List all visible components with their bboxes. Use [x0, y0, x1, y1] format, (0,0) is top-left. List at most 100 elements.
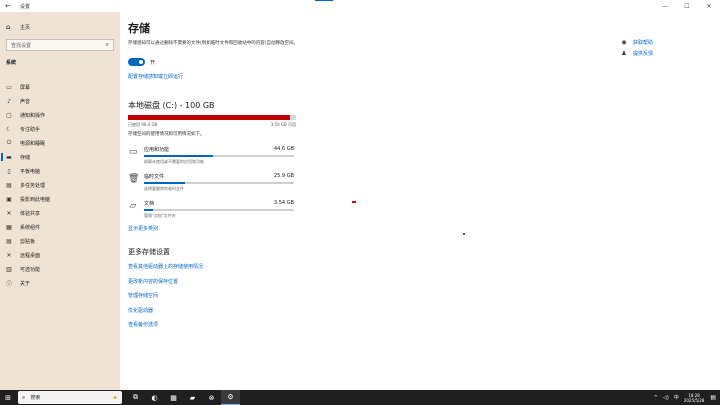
category-name: 临时文件: [144, 174, 165, 180]
show-more-categories-link[interactable]: 显示更多类别: [128, 225, 158, 232]
get-help-icon: ◉: [621, 39, 627, 46]
taskbar-apps: ⧉ ◐ ▦ ▰ ⊗ ⚙: [126, 390, 240, 405]
sidebar-item-label: 系统组件: [20, 224, 41, 231]
more-settings-link[interactable]: 查看其他驱动器上的存储使用情况: [128, 263, 203, 270]
sidebar-item[interactable]: ▥ 可选功能: [0, 262, 120, 276]
store-icon[interactable]: ▦: [164, 390, 183, 405]
category-subtitle: 管理"文档"文件夹: [144, 213, 176, 218]
sidebar-item-label: 屏幕: [20, 84, 31, 91]
clock[interactable]: 18:28 2025/5/28: [684, 393, 705, 403]
give-feedback-link[interactable]: ♟ 提供反馈: [620, 48, 653, 59]
system-components-icon: ▦: [6, 223, 12, 231]
sidebar-item[interactable]: ⓘ 关于: [0, 276, 120, 290]
storage-category[interactable]: ▭ 应用和功能 44.6 GB 卸载未使用或不需要的应用和功能: [128, 144, 298, 166]
category-name: 应用和功能: [144, 147, 170, 153]
sidebar-item[interactable]: ✕ 体验共享: [0, 206, 120, 220]
focus-assist-icon: ☾: [6, 125, 12, 133]
sidebar-item-label: 通知和操作: [20, 112, 46, 119]
sidebar-item-label: 多任务处理: [20, 182, 46, 189]
sidebar-item[interactable]: ⏻ 电源和睡眠: [0, 136, 120, 150]
trash-icon: 🗑: [128, 174, 140, 184]
category-usage-bar: [144, 155, 294, 157]
sidebar-item[interactable]: ▤ 多任务处理: [0, 178, 120, 192]
home-icon: ⌂: [6, 23, 11, 31]
close-icon[interactable]: ✕: [698, 0, 720, 12]
get-help-link[interactable]: ◉ 获取帮助: [620, 37, 653, 48]
sidebar-home[interactable]: ⌂ 主页: [6, 23, 30, 31]
sound-icon: ♪: [7, 97, 11, 105]
back-arrow-icon[interactable]: ←: [0, 2, 16, 10]
sidebar-item[interactable]: ♪ 声音: [0, 94, 120, 108]
settings-icon[interactable]: ⚙: [221, 390, 240, 405]
more-settings-link[interactable]: 管理存储空间: [128, 292, 158, 299]
edge-icon[interactable]: ◐: [145, 390, 164, 405]
maximize-icon[interactable]: ☐: [676, 0, 698, 12]
taskbar-search-placeholder: 搜索: [30, 395, 41, 401]
optional-features-icon: ▥: [6, 265, 12, 273]
sidebar-item-label: 平板电脑: [20, 168, 41, 175]
more-settings-link[interactable]: 更改新内容的保存位置: [128, 278, 178, 285]
storage-sense-toggle[interactable]: [128, 58, 145, 66]
red-marker: [352, 201, 356, 203]
mouse-cursor: [463, 233, 465, 235]
disk-title: 本地磁盘 (C:) - 100 GB: [128, 101, 215, 110]
disk-usage-fill: [128, 115, 290, 120]
sidebar-item[interactable]: ▣ 投影到此电脑: [0, 192, 120, 206]
help-links: ◉ 获取帮助 ♟ 提供反馈: [620, 37, 653, 59]
get-help-label: 获取帮助: [633, 40, 654, 46]
category-usage-bar: [144, 182, 294, 184]
sidebar-item[interactable]: ▢ 通知和操作: [0, 108, 120, 122]
more-settings-link[interactable]: 优化驱动器: [128, 307, 153, 314]
toggle-state-label: 开: [150, 60, 156, 66]
search-icon: ⌕: [105, 41, 109, 48]
sidebar-item[interactable]: ▦ 系统组件: [0, 220, 120, 234]
xbox-icon[interactable]: ⊗: [202, 390, 221, 405]
category-size: 25.9 GB: [273, 173, 294, 179]
multitasking-icon: ▤: [6, 181, 12, 189]
title-bar: ← 设置 — ☐ ✕: [0, 0, 720, 12]
tray-chevron-icon[interactable]: ^: [654, 395, 658, 401]
disk-usage-bar: [128, 115, 296, 120]
storage-icon: ▬: [6, 153, 12, 161]
display-icon: ▭: [6, 83, 12, 91]
notification-icon[interactable]: ▤: [710, 394, 716, 401]
file-explorer-icon[interactable]: ▰: [183, 390, 202, 405]
sidebar-item-label: 投影到此电脑: [20, 196, 51, 203]
more-settings-link[interactable]: 查看备份选项: [128, 321, 158, 328]
category-size: 44.6 GB: [273, 146, 294, 152]
feedback-label: 提供反馈: [633, 51, 654, 57]
ime-indicator[interactable]: 中: [674, 394, 679, 401]
minimize-icon[interactable]: —: [654, 0, 676, 12]
disk-usage-hint: 存储空间的使用情况和可用情况如下。: [128, 132, 205, 137]
sidebar-item[interactable]: ▤ 剪贴板: [0, 234, 120, 248]
category-usage-fill: [144, 182, 185, 184]
storage-category[interactable]: ▱ 文档 3.54 GB 管理"文档"文件夹: [128, 198, 298, 220]
focus-indicator: [315, 0, 333, 1]
taskbar: ⊞ ⌕ 搜索 ✦ ⧉ ◐ ▦ ▰ ⊗ ⚙ ^ ◁) 中 18:28 2025/5/28 ▤: [0, 390, 720, 405]
sidebar-item[interactable]: ✕ 远程桌面: [0, 248, 120, 262]
shared-experiences-icon: ✕: [6, 209, 12, 217]
sidebar-item[interactable]: ▬ 存储: [0, 150, 120, 164]
sidebar-item-label: 可选功能: [20, 266, 41, 273]
task-view-icon[interactable]: ⧉: [126, 390, 145, 405]
sidebar-item-label: 声音: [20, 98, 31, 105]
windows-start-icon[interactable]: ⊞: [0, 394, 16, 402]
window-title: 设置: [20, 3, 31, 10]
sidebar-item[interactable]: ▭ 屏幕: [0, 80, 120, 94]
sidebar-item-label: 电源和睡眠: [20, 140, 46, 147]
configure-storage-sense-link[interactable]: 配置存储感知或立即运行: [128, 73, 183, 80]
settings-search-input[interactable]: 查找设置 ⌕: [6, 39, 114, 51]
volume-icon[interactable]: ◁): [663, 395, 669, 401]
sidebar-home-label: 主页: [20, 24, 31, 31]
category-name: 文档: [144, 201, 155, 207]
storage-category[interactable]: 🗑 临时文件 25.9 GB 选择要删除的临时文件: [128, 171, 298, 193]
sidebar: ⌂ 主页 查找设置 ⌕ 系统 ▭ 屏幕 ♪ 声音 ▢ 通知和操作 ☾ 专注助手 ⏻ 电源和睡眠 ▬ 存…: [0, 12, 120, 390]
taskbar-search-box[interactable]: ⌕ 搜索 ✦: [18, 391, 122, 404]
sidebar-item[interactable]: ☾ 专注助手: [0, 122, 120, 136]
sidebar-item[interactable]: ▯ 平板电脑: [0, 164, 120, 178]
category-subtitle: 卸载未使用或不需要的应用和功能: [144, 159, 204, 164]
folder-icon: ▱: [129, 201, 137, 211]
sidebar-item-label: 远程桌面: [20, 252, 41, 259]
category-usage-fill: [144, 155, 213, 157]
about-icon: ⓘ: [5, 280, 12, 288]
